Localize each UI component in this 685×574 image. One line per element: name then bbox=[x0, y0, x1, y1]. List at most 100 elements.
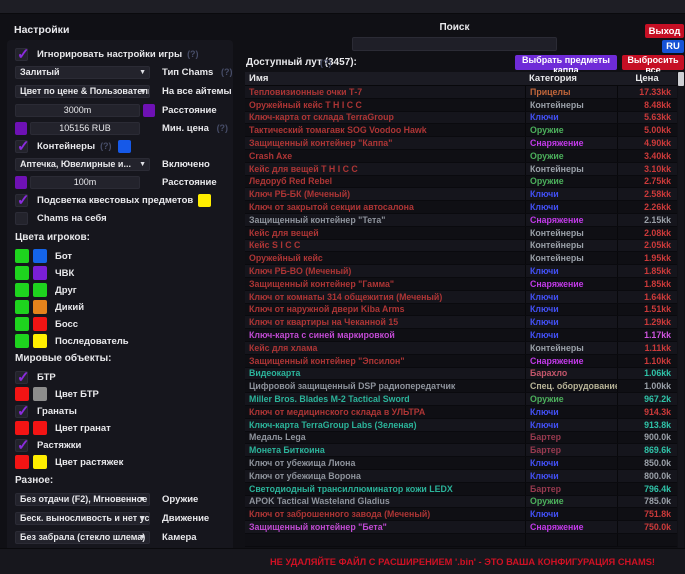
containers-hint[interactable]: (?) bbox=[100, 141, 112, 151]
loot-table-row[interactable]: APOK Tactical Wasteland Gladius Оружие 7… bbox=[245, 496, 677, 509]
player-color-swatch-1[interactable] bbox=[15, 334, 29, 348]
loot-table-row[interactable]: Ключ от убежища Лиона Ключи 850.0k bbox=[245, 457, 677, 470]
search-input[interactable] bbox=[352, 37, 557, 51]
loot-table-row[interactable]: Кейс S I C C Контейнеры 2.05kk bbox=[245, 240, 677, 253]
player-color-swatch-2[interactable] bbox=[33, 317, 47, 331]
loot-table-row[interactable]: Кейс для вещей Контейнеры 2.08kk bbox=[245, 227, 677, 240]
chams-type-dropdown[interactable]: Залитый ▼ bbox=[15, 66, 150, 79]
loot-table-row[interactable]: Ключ РБ-ВО (Меченый) Ключи 1.85kk bbox=[245, 265, 677, 278]
loot-table-row[interactable] bbox=[245, 534, 677, 547]
loot-table-row[interactable]: Ключ-карта от склада TerraGroup Ключи 5.… bbox=[245, 112, 677, 125]
player-color-swatch-2[interactable] bbox=[33, 249, 47, 263]
quest-highlight-color-swatch[interactable] bbox=[198, 194, 211, 207]
containers-checkbox[interactable] bbox=[15, 140, 28, 153]
loot-table-row[interactable]: Ключ от убежища Ворона Ключи 800.0k bbox=[245, 470, 677, 483]
language-button[interactable]: RU bbox=[662, 40, 684, 53]
loot-table-row[interactable]: Ключ от квартиры на Чеканной 15 Ключи 1.… bbox=[245, 316, 677, 329]
containers-distance-input[interactable] bbox=[30, 176, 140, 189]
loot-table-row[interactable]: Ключ РБ-БК (Меченый) Ключи 2.58kk bbox=[245, 188, 677, 201]
loot-table-row[interactable]: Тактический томагавк SOG Voodoo Hawk Ору… bbox=[245, 124, 677, 137]
loot-item-price: 1.95kk bbox=[617, 252, 677, 264]
loot-item-name: Crash Axe bbox=[245, 151, 525, 161]
player-color-swatch-2[interactable] bbox=[33, 334, 47, 348]
btr-checkbox[interactable] bbox=[15, 371, 28, 384]
loot-count-hint[interactable]: (?) bbox=[320, 58, 332, 68]
containers-color-swatch[interactable] bbox=[118, 140, 131, 153]
loot-scrollbar-thumb[interactable] bbox=[678, 72, 684, 86]
player-color-swatch-1[interactable] bbox=[15, 300, 29, 314]
loot-item-category: Спец. оборудование bbox=[525, 380, 617, 392]
player-color-swatch-1[interactable] bbox=[15, 249, 29, 263]
drop-all-button[interactable]: Выбросить все bbox=[622, 55, 684, 70]
loot-table-row[interactable]: Ключ от медицинского склада в УЛЬТРА Клю… bbox=[245, 406, 677, 419]
min-price-input[interactable] bbox=[30, 122, 140, 135]
loot-table-row[interactable]: Crash Axe Оружие 3.40kk bbox=[245, 150, 677, 163]
all-items-mode-dropdown[interactable]: Цвет по цене & Пользователь ▼ bbox=[15, 85, 150, 98]
exit-button[interactable]: Выход bbox=[645, 24, 684, 38]
tripwires-checkbox[interactable] bbox=[15, 439, 28, 452]
containers-filter-dropdown[interactable]: Аптечка, Ювелирные и... ▼ bbox=[15, 158, 150, 171]
distance-color-swatch[interactable] bbox=[143, 104, 155, 117]
loot-table-row[interactable]: Ключ-карта с синей маркировкой Ключи 1.1… bbox=[245, 329, 677, 342]
item-distance-input[interactable] bbox=[15, 104, 140, 117]
settings-panel: Игнорировать настройки игры (?) Залитый … bbox=[7, 40, 233, 552]
player-color-swatch-1[interactable] bbox=[15, 283, 29, 297]
loot-table-row[interactable]: Медаль Lega Бартер 900.0k bbox=[245, 432, 677, 445]
loot-table-row[interactable]: Кейс для вещей T H I C C Контейнеры 3.10… bbox=[245, 163, 677, 176]
ignore-game-settings-checkbox[interactable] bbox=[15, 48, 28, 61]
camera-mode-dropdown[interactable]: Без забрала (стекло шлема) ▼ bbox=[15, 531, 150, 544]
loot-table-row[interactable]: Защищенный контейнер "Эпсилон" Снаряжени… bbox=[245, 355, 677, 368]
loot-table-row[interactable]: Ключ от комнаты 314 общежития (Меченый) … bbox=[245, 291, 677, 304]
chevron-down-icon: ▼ bbox=[139, 534, 146, 541]
weapon-mode-dropdown[interactable]: Без отдачи (F2), Мгновенное п ▼ bbox=[15, 493, 150, 506]
loot-table-row[interactable]: Защищенный контейнер "Тета" Снаряжение 2… bbox=[245, 214, 677, 227]
loot-table-row[interactable]: Miller Bros. Blades M-2 Tactical Sword О… bbox=[245, 393, 677, 406]
tripwire-color-swatch-1[interactable] bbox=[15, 455, 29, 469]
column-header-category[interactable]: Категория bbox=[525, 73, 617, 84]
movement-mode-dropdown[interactable]: Беск. выносливость и нет уста ▼ bbox=[15, 512, 150, 525]
loot-item-name: Медаль Lega bbox=[245, 432, 525, 442]
loot-item-category: Бартер bbox=[525, 483, 617, 495]
player-color-swatch-2[interactable] bbox=[33, 283, 47, 297]
chams-self-checkbox[interactable] bbox=[15, 212, 28, 225]
loot-item-name: Защищенный контейнер "Гамма" bbox=[245, 279, 525, 289]
min-price-color-swatch[interactable] bbox=[15, 122, 27, 135]
loot-table-row[interactable]: Ключ от закрытой секции автосалона Ключи… bbox=[245, 201, 677, 214]
ignore-game-settings-hint[interactable]: (?) bbox=[187, 49, 199, 59]
loot-table-row[interactable]: Кейс для хлама Контейнеры 1.11kk bbox=[245, 342, 677, 355]
loot-table-row[interactable]: Ключ от заброшенного завода (Меченый) Кл… bbox=[245, 508, 677, 521]
loot-table-row[interactable]: Цифровой защищенный DSP радиопередатчик … bbox=[245, 380, 677, 393]
select-kappa-items-button[interactable]: Выбрать предметы каппа bbox=[515, 55, 617, 70]
player-color-swatch-2[interactable] bbox=[33, 266, 47, 280]
column-header-price[interactable]: Цена bbox=[617, 73, 677, 84]
loot-table-row[interactable]: Тепловизионные очки Т-7 Прицелы 17.33kk bbox=[245, 86, 677, 99]
loot-table-row[interactable]: Светодиодный трансиллюминатор кожи LEDX … bbox=[245, 483, 677, 496]
camera-mode-value: Без забрала (стекло шлема) bbox=[20, 532, 145, 542]
player-color-swatch-1[interactable] bbox=[15, 317, 29, 331]
loot-table-row[interactable]: Защищенный контейнер "Гамма" Снаряжение … bbox=[245, 278, 677, 291]
grenades-checkbox[interactable] bbox=[15, 405, 28, 418]
loot-table-row[interactable]: Ключ от наружной двери Kiba Arms Ключи 1… bbox=[245, 304, 677, 317]
loot-table-row[interactable]: Защищенный контейнер "Каппа" Снаряжение … bbox=[245, 137, 677, 150]
loot-table-row[interactable]: Защищенный контейнер "Бета" Снаряжение 7… bbox=[245, 521, 677, 534]
loot-table-row[interactable]: Ледоруб Red Rebel Оружие 2.75kk bbox=[245, 176, 677, 189]
btr-color-swatch-2[interactable] bbox=[33, 387, 47, 401]
loot-table-row[interactable]: Ключ-карта TerraGroup Labs (Зеленая) Клю… bbox=[245, 419, 677, 432]
quest-highlight-checkbox[interactable] bbox=[15, 194, 28, 207]
loot-table-row[interactable]: Монета Биткоина Бартер 869.6k bbox=[245, 444, 677, 457]
loot-item-category: Снаряжение bbox=[525, 521, 617, 533]
loot-item-category: Бартер bbox=[525, 444, 617, 456]
btr-color-swatch-1[interactable] bbox=[15, 387, 29, 401]
player-color-swatch-1[interactable] bbox=[15, 266, 29, 280]
tripwire-color-swatch-2[interactable] bbox=[33, 455, 47, 469]
loot-scrollbar[interactable] bbox=[678, 72, 684, 548]
loot-table-row[interactable]: Видеокарта Барахло 1.06kk bbox=[245, 368, 677, 381]
grenade-color-swatch-2[interactable] bbox=[33, 421, 47, 435]
containers-distance-color-swatch[interactable] bbox=[15, 176, 27, 189]
grenade-color-swatch-1[interactable] bbox=[15, 421, 29, 435]
player-color-swatch-2[interactable] bbox=[33, 300, 47, 314]
column-header-name[interactable]: Имя bbox=[245, 73, 525, 84]
tripwire-colors-label: Цвет растяжек bbox=[55, 457, 123, 468]
loot-table-row[interactable]: Оружейный кейс T H I C C Контейнеры 8.48… bbox=[245, 99, 677, 112]
loot-table-row[interactable]: Оружейный кейс Контейнеры 1.95kk bbox=[245, 252, 677, 265]
